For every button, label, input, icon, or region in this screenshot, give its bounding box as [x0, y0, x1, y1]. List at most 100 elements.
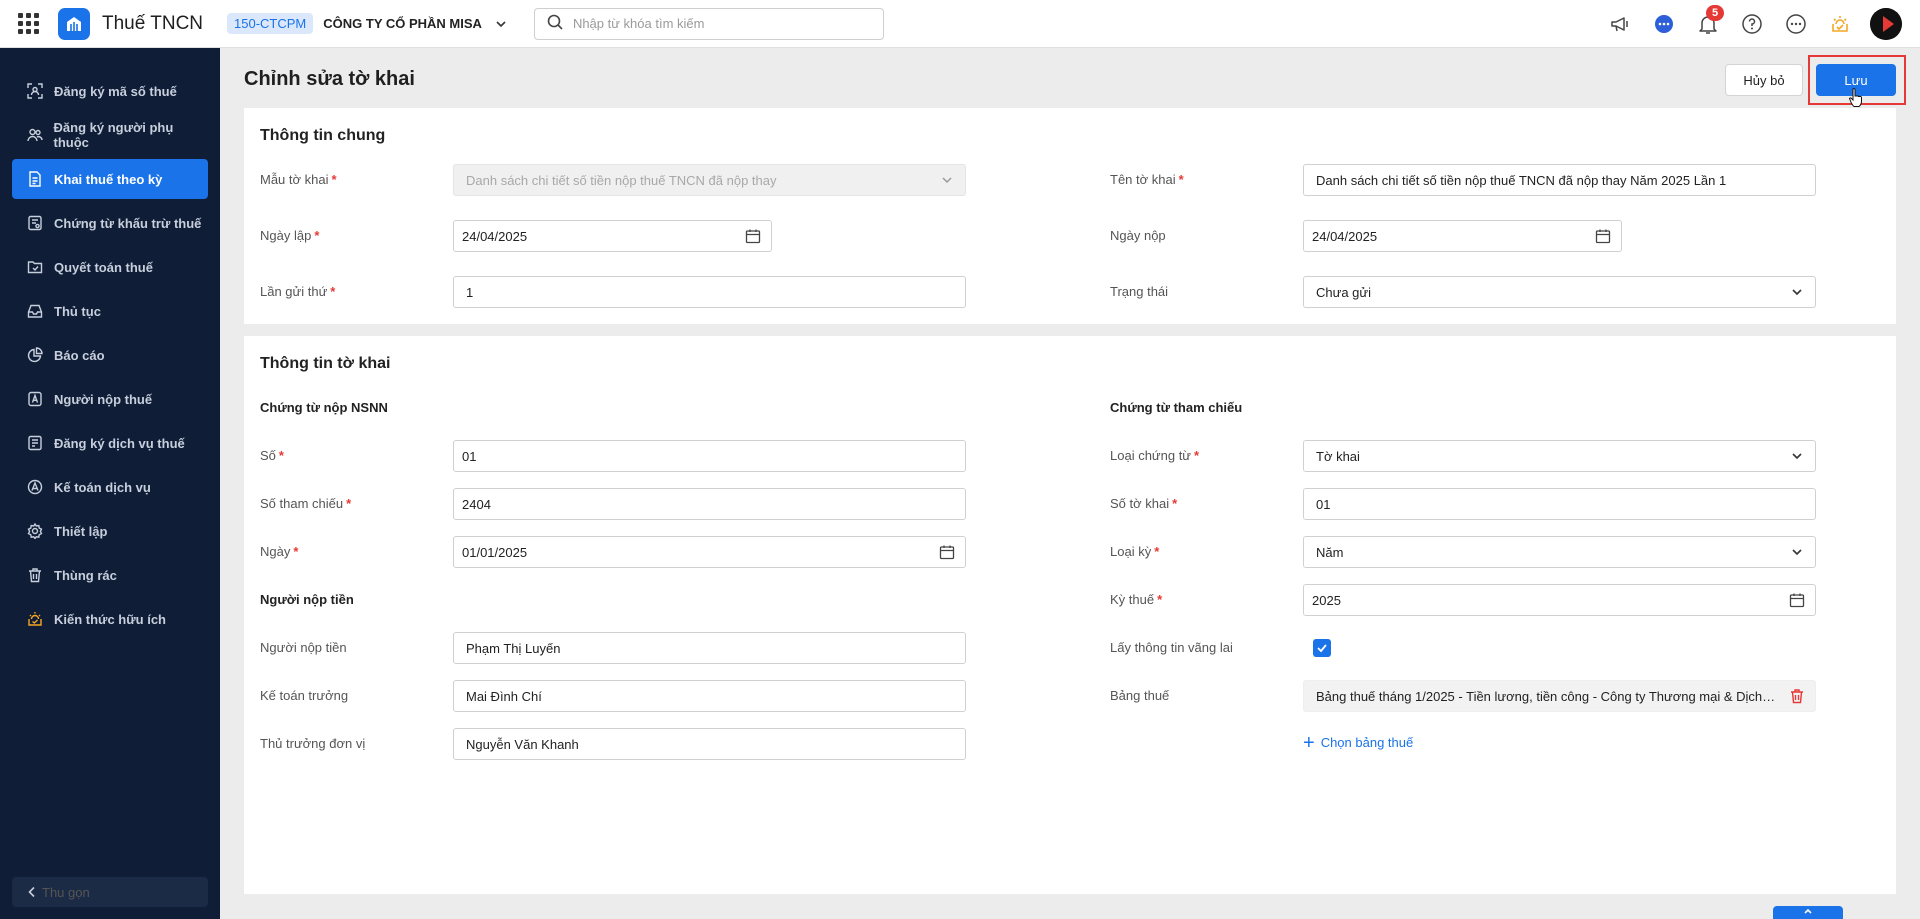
- form-name-label: Tên tờ khai *: [1110, 172, 1184, 187]
- app-logo: [58, 7, 90, 40]
- sidebar-item-dependents[interactable]: Đăng ký người phụ thuộc: [12, 115, 208, 155]
- sidebar-item-settings[interactable]: Thiết lập: [12, 511, 208, 551]
- sidebar-item-label: Báo cáo: [54, 347, 105, 363]
- help-icon[interactable]: [1736, 8, 1768, 40]
- form-name-input[interactable]: Danh sách chi tiết số tiền nộp thuế TNCN…: [1303, 164, 1816, 196]
- status-select[interactable]: Chưa gửi: [1303, 276, 1816, 308]
- calendar-icon[interactable]: [745, 228, 761, 244]
- pie-chart-icon: [26, 346, 44, 364]
- chevron-down-icon: [1789, 448, 1805, 464]
- tax-period-label: Kỳ thuế *: [1110, 592, 1163, 607]
- submit-date-input[interactable]: 24/04/2025: [1303, 220, 1622, 252]
- search-box[interactable]: [533, 7, 884, 40]
- tax-table-field[interactable]: Bảng thuế tháng 1/2025 - Tiền lương, tiề…: [1303, 680, 1816, 712]
- declaration-info-title: Thông tin tờ khai: [260, 355, 391, 372]
- general-info-card: Thông tin chung Mẫu tờ khai * Danh sách c…: [244, 108, 1896, 324]
- calendar-icon[interactable]: [1595, 228, 1611, 244]
- more-icon[interactable]: [1780, 8, 1812, 40]
- bell-icon[interactable]: 5: [1692, 5, 1724, 40]
- sidebar-item-tax-service-register[interactable]: Đăng ký dịch vụ thuế: [12, 423, 208, 463]
- calendar-icon[interactable]: [1789, 592, 1805, 608]
- sidebar-item-label: Đăng ký mã số thuế: [54, 83, 177, 99]
- date-input[interactable]: 01/01/2025: [453, 536, 966, 568]
- sidebar-item-withholding[interactable]: Chứng từ khấu trừ thuế: [12, 203, 208, 243]
- sidebar-item-label: Khai thuế theo kỳ: [54, 171, 163, 187]
- payer-input[interactable]: Phạm Thị Luyến: [453, 632, 966, 664]
- form-number-input[interactable]: 01: [1303, 488, 1816, 520]
- sidebar-item-label: Kiến thức hữu ích: [54, 611, 166, 627]
- org-name[interactable]: CÔNG TY CỔ PHẦN MISA: [323, 16, 482, 31]
- period-type-select[interactable]: Năm: [1303, 536, 1816, 568]
- payer-label: Người nộp tiền: [260, 640, 347, 655]
- created-date-input[interactable]: 24/04/2025: [453, 220, 772, 252]
- doc-type-label: Loại chứng từ *: [1110, 448, 1200, 463]
- sidebar-item-reports[interactable]: Báo cáo: [12, 335, 208, 375]
- payer-section-title: Người nộp tiền: [260, 592, 354, 607]
- sidebar-item-periodic-declaration[interactable]: Khai thuế theo kỳ: [12, 159, 208, 199]
- page-title: Chỉnh sửa tờ khai: [244, 68, 415, 90]
- visitor-info-checkbox[interactable]: [1313, 639, 1331, 657]
- document-icon: [26, 170, 44, 188]
- chevron-down-icon: [939, 172, 955, 188]
- sidebar-item-label: Kế toán dịch vụ: [54, 479, 151, 495]
- chat-icon[interactable]: [1648, 8, 1680, 40]
- ref-number-label: Số tham chiếu *: [260, 496, 352, 511]
- tray-icon: [26, 302, 44, 320]
- number-input[interactable]: 01: [453, 440, 966, 472]
- sidebar-item-tax-code[interactable]: Đăng ký mã số thuế: [12, 71, 208, 111]
- scroll-to-top-button[interactable]: [1773, 906, 1843, 919]
- folder-icon: [26, 258, 44, 276]
- chevron-down-icon: [1789, 544, 1805, 560]
- submit-date-label: Ngày nộp: [1110, 228, 1166, 243]
- send-count-input[interactable]: 1: [453, 276, 966, 308]
- chief-accountant-label: Kế toán trưởng: [260, 688, 349, 703]
- collapse-label: Thu gọn: [42, 884, 90, 900]
- tax-table-label: Bảng thuế: [1110, 688, 1170, 703]
- created-date-label: Ngày lập *: [260, 228, 320, 243]
- megaphone-icon[interactable]: [1604, 8, 1636, 40]
- receipt-icon: [26, 214, 44, 232]
- sidebar-item-label: Đăng ký người phụ thuộc: [53, 120, 174, 150]
- knowledge-icon: [26, 610, 44, 628]
- sidebar-item-label: Đăng ký dịch vụ thuế: [54, 435, 185, 451]
- notification-badge: 5: [1706, 5, 1724, 21]
- choose-tax-table-link[interactable]: + Chọn bảng thuế: [1303, 733, 1413, 753]
- unit-head-input[interactable]: Nguyễn Văn Khanh: [453, 728, 966, 760]
- nsnn-section-title: Chứng từ nộp NSNN: [260, 400, 388, 415]
- chevron-down-icon[interactable]: [494, 17, 508, 31]
- app-launcher-icon[interactable]: [16, 12, 40, 36]
- sidebar-item-label: Thùng rác: [54, 567, 117, 583]
- tax-period-input[interactable]: 2025: [1303, 584, 1816, 616]
- period-type-label: Loại kỳ *: [1110, 544, 1160, 559]
- declaration-info-card: Thông tin tờ khai Chứng từ nộp NSNN Chứn…: [244, 336, 1896, 894]
- sidebar-item-procedures[interactable]: Thủ tục: [12, 291, 208, 331]
- ref-number-input[interactable]: 2404: [453, 488, 966, 520]
- calendar-icon[interactable]: [939, 544, 955, 560]
- sidebar-item-taxpayers[interactable]: Người nộp thuế: [12, 379, 208, 419]
- sidebar-item-service-accounting[interactable]: Kế toán dịch vụ: [12, 467, 208, 507]
- delete-icon[interactable]: [1789, 688, 1805, 704]
- unit-head-label: Thủ trưởng đơn vị: [260, 736, 366, 751]
- sidebar-item-label: Thiết lập: [54, 523, 108, 539]
- collapse-sidebar-button[interactable]: Thu gọn: [12, 877, 208, 907]
- form-template-select[interactable]: Danh sách chi tiết số tiền nộp thuế TNCN…: [453, 164, 966, 196]
- form-template-label: Mẫu tờ khai *: [260, 172, 337, 187]
- chevron-down-icon: [1789, 284, 1805, 300]
- sidebar: Đăng ký mã số thuế Đăng ký người phụ thu…: [0, 48, 220, 919]
- date-label: Ngày *: [260, 544, 299, 559]
- app-title: Thuế TNCN: [102, 12, 204, 34]
- cancel-button[interactable]: Hủy bỏ: [1725, 64, 1803, 96]
- gear-icon: [26, 522, 44, 540]
- lightbulb-icon[interactable]: [1824, 8, 1856, 40]
- sidebar-item-trash[interactable]: Thùng rác: [12, 555, 208, 595]
- sidebar-item-label: Quyết toán thuế: [54, 259, 153, 275]
- chief-accountant-input[interactable]: Mai Đình Chí: [453, 680, 966, 712]
- sidebar-item-settlement[interactable]: Quyết toán thuế: [12, 247, 208, 287]
- avatar[interactable]: [1870, 8, 1902, 40]
- scan-id-icon: [26, 82, 44, 100]
- sidebar-item-knowledge[interactable]: Kiến thức hữu ích: [12, 599, 208, 639]
- doc-type-select[interactable]: Tờ khai: [1303, 440, 1816, 472]
- search-input[interactable]: [572, 16, 863, 31]
- top-bar: Thuế TNCN 150-CTCPM CÔNG TY CỔ PHẦN MISA…: [0, 0, 1920, 48]
- general-info-title: Thông tin chung: [260, 127, 386, 144]
